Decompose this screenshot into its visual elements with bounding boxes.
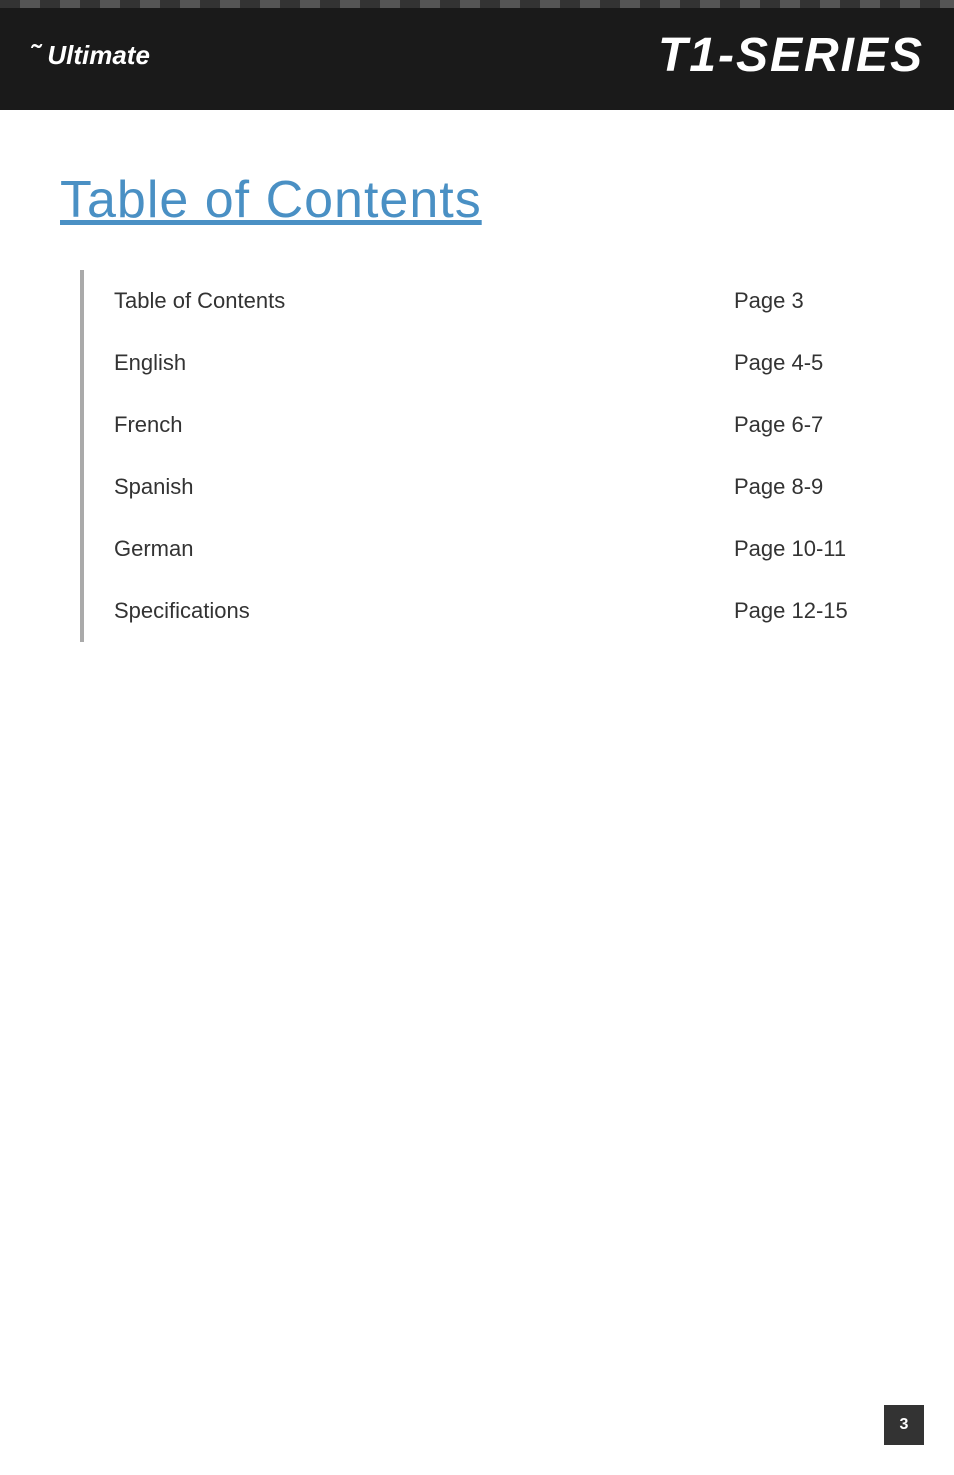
toc-item-name: Table of Contents (114, 288, 285, 314)
toc-item-page: Page 4-5 (734, 350, 894, 376)
product-title: T1-SERIES (658, 28, 924, 83)
toc-item-name: English (114, 350, 186, 376)
page-number: 3 (900, 1416, 909, 1434)
toc-item: Spanish Page 8-9 (114, 456, 894, 518)
toc-item-name: German (114, 536, 193, 562)
page-number-badge: 3 (884, 1405, 924, 1445)
toc-item-name: Specifications (114, 598, 250, 624)
logo-text: Ultimate (47, 40, 150, 71)
toc-item-name: Spanish (114, 474, 194, 500)
main-content: Table of Contents Table of Contents Page … (0, 110, 954, 702)
logo-area: ˜ Ultimate (30, 39, 150, 71)
logo-icon: ˜ (30, 39, 39, 71)
toc-heading: Table of Contents (60, 170, 894, 230)
toc-item-page: Page 6-7 (734, 412, 894, 438)
toc-item-page: Page 8-9 (734, 474, 894, 500)
toc-item: German Page 10-11 (114, 518, 894, 580)
toc-item-page: Page 10-11 (734, 536, 894, 562)
toc-item-name: French (114, 412, 182, 438)
toc-list: Table of Contents Page 3 English Page 4-5 Fr… (80, 270, 894, 642)
toc-item-page: Page 3 (734, 288, 894, 314)
toc-item: Table of Contents Page 3 (114, 270, 894, 332)
toc-item: English Page 4-5 (114, 332, 894, 394)
header: ˜ Ultimate T1-SERIES (0, 0, 954, 110)
toc-item: Specifications Page 12-15 (114, 580, 894, 642)
toc-item-page: Page 12-15 (734, 598, 894, 624)
toc-item: French Page 6-7 (114, 394, 894, 456)
